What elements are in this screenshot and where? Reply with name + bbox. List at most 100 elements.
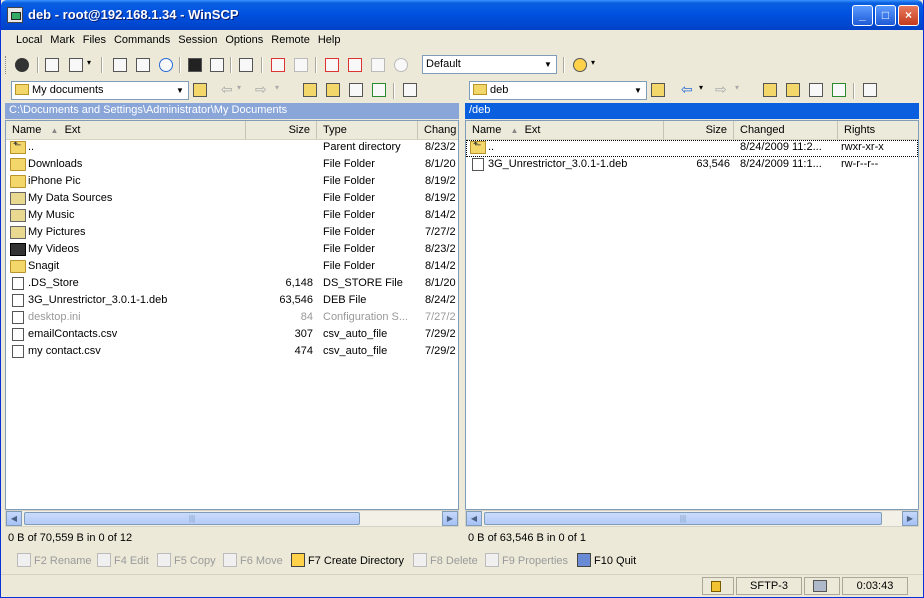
transfer-settings-combo[interactable]: Default ▼ bbox=[422, 55, 557, 74]
chevron-down-icon[interactable]: ▼ bbox=[173, 83, 187, 98]
menu-mark[interactable]: Mark bbox=[46, 32, 78, 48]
scroll-right-arrow-icon[interactable]: ▶ bbox=[902, 511, 918, 526]
minimize-button[interactable]: _ bbox=[852, 5, 873, 26]
tree-view-icon[interactable] bbox=[401, 81, 419, 99]
column-type-header[interactable]: Type bbox=[317, 121, 418, 139]
lightning-icon[interactable] bbox=[571, 56, 589, 74]
scroll-left-arrow-icon[interactable]: ◀ bbox=[6, 511, 22, 526]
tree-view-icon[interactable] bbox=[861, 81, 879, 99]
title-bar[interactable]: deb - root@192.168.1.34 - WinSCP _ □ × bbox=[1, 0, 923, 30]
restore-selection-icon[interactable] bbox=[392, 56, 410, 74]
close-button[interactable]: × bbox=[898, 5, 919, 26]
forward-dropdown-arrow-icon[interactable]: ▾ bbox=[275, 81, 285, 99]
local-path-bar[interactable]: C:\Documents and Settings\Administrator\… bbox=[5, 103, 459, 119]
menu-session[interactable]: Session bbox=[174, 32, 221, 48]
chevron-down-icon[interactable]: ▼ bbox=[541, 57, 555, 72]
menu-local[interactable]: Local bbox=[12, 32, 46, 48]
file-row[interactable]: Downloads File Folder 8/1/20 bbox=[6, 157, 458, 174]
lightning-dropdown-arrow-icon[interactable]: ▾ bbox=[591, 56, 601, 74]
scrollbar-thumb[interactable]: ||| bbox=[24, 512, 360, 525]
f9-properties-button[interactable]: F9 Properties bbox=[485, 553, 568, 567]
f6-move-button[interactable]: F6 Move bbox=[223, 553, 283, 567]
file-row[interactable]: .. 8/24/2009 11:2... rwxr-xr-x bbox=[466, 140, 918, 157]
f10-quit-button[interactable]: F10 Quit bbox=[577, 553, 636, 567]
column-size-header[interactable]: Size bbox=[246, 121, 317, 139]
toolbar-grip[interactable] bbox=[5, 56, 8, 74]
copy-icon[interactable] bbox=[67, 56, 85, 74]
local-file-list[interactable]: Name ▲ Ext Size Type Chang .. Parent dire… bbox=[5, 120, 459, 510]
queue-icon[interactable] bbox=[111, 56, 129, 74]
synchronize-icon[interactable] bbox=[134, 56, 152, 74]
invert-selection-icon[interactable] bbox=[346, 56, 364, 74]
remote-path-bar[interactable]: /deb bbox=[465, 103, 919, 119]
home-icon[interactable] bbox=[807, 81, 825, 99]
select-files-icon[interactable] bbox=[269, 56, 287, 74]
scroll-right-arrow-icon[interactable]: ▶ bbox=[442, 511, 458, 526]
network-status[interactable] bbox=[804, 577, 840, 595]
file-row[interactable]: My Pictures File Folder 7/27/2 bbox=[6, 225, 458, 242]
scroll-left-arrow-icon[interactable]: ◀ bbox=[466, 511, 482, 526]
column-name-header[interactable]: Name ▲ Ext bbox=[6, 121, 246, 139]
f8-delete-button[interactable]: F8 Delete bbox=[413, 553, 478, 567]
column-changed-header[interactable]: Changed bbox=[734, 121, 838, 139]
f4-edit-button[interactable]: F4 Edit bbox=[97, 553, 149, 567]
file-row[interactable]: emailContacts.csv 307 csv_auto_file 7/29/2 bbox=[6, 327, 458, 344]
filter-icon[interactable] bbox=[323, 56, 341, 74]
file-row[interactable]: 3G_Unrestrictor_3.0.1-1.deb 63,546 8/24/20… bbox=[466, 157, 918, 174]
transfer-queue-icon[interactable] bbox=[237, 56, 255, 74]
clear-selection-icon[interactable] bbox=[369, 56, 387, 74]
remote-location-combo[interactable]: deb ▼ bbox=[469, 81, 647, 100]
column-name-header[interactable]: Name ▲ Ext bbox=[466, 121, 664, 139]
forward-arrow-icon[interactable]: ⇨ bbox=[255, 81, 273, 99]
f5-copy-button[interactable]: F5 Copy bbox=[157, 553, 216, 567]
open-folder-icon[interactable] bbox=[649, 81, 667, 99]
file-row[interactable]: My Music File Folder 8/14/2 bbox=[6, 208, 458, 225]
scrollbar-thumb[interactable]: ||| bbox=[484, 512, 882, 525]
file-row[interactable]: iPhone Pic File Folder 8/19/2 bbox=[6, 174, 458, 191]
parent-directory-icon[interactable] bbox=[301, 81, 319, 99]
console-icon[interactable] bbox=[186, 56, 204, 74]
local-horizontal-scrollbar[interactable]: ◀ ||| ▶ bbox=[5, 510, 459, 527]
refresh-icon[interactable] bbox=[370, 81, 388, 99]
winscp-app-icon[interactable] bbox=[7, 7, 23, 23]
menu-options[interactable]: Options bbox=[221, 32, 267, 48]
copy-dropdown-arrow-icon[interactable]: ▾ bbox=[87, 56, 97, 74]
file-row[interactable]: desktop.ini 84 Configuration S... 7/27/2 bbox=[6, 310, 458, 327]
refresh-icon[interactable] bbox=[157, 56, 175, 74]
column-size-header[interactable]: Size bbox=[664, 121, 734, 139]
unselect-files-icon[interactable] bbox=[292, 56, 310, 74]
menu-help[interactable]: Help bbox=[314, 32, 345, 48]
menu-commands[interactable]: Commands bbox=[110, 32, 174, 48]
back-dropdown-arrow-icon[interactable]: ▾ bbox=[699, 81, 709, 99]
file-row[interactable]: .. Parent directory 8/23/2 bbox=[6, 140, 458, 157]
column-changed-header[interactable]: Chang bbox=[418, 121, 458, 139]
open-folder-icon[interactable] bbox=[191, 81, 209, 99]
root-directory-icon[interactable] bbox=[324, 81, 342, 99]
f2-rename-button[interactable]: F2 Rename bbox=[17, 553, 91, 567]
menu-files[interactable]: Files bbox=[79, 32, 110, 48]
home-icon[interactable] bbox=[347, 81, 365, 99]
file-row[interactable]: My Data Sources File Folder 8/19/2 bbox=[6, 191, 458, 208]
forward-dropdown-arrow-icon[interactable]: ▾ bbox=[735, 81, 745, 99]
file-row[interactable]: my contact.csv 474 csv_auto_file 7/29/2 bbox=[6, 344, 458, 361]
refresh-icon[interactable] bbox=[830, 81, 848, 99]
root-directory-icon[interactable] bbox=[784, 81, 802, 99]
back-arrow-icon[interactable]: ⇦ bbox=[681, 81, 699, 99]
file-row[interactable]: My Videos File Folder 8/23/2 bbox=[6, 242, 458, 259]
f7-create-directory-button[interactable]: F7 Create Directory bbox=[291, 553, 404, 567]
preferences-gear-icon[interactable] bbox=[13, 56, 31, 74]
forward-arrow-icon[interactable]: ⇨ bbox=[715, 81, 733, 99]
menu-remote[interactable]: Remote bbox=[267, 32, 314, 48]
back-dropdown-arrow-icon[interactable]: ▾ bbox=[237, 81, 247, 99]
file-row[interactable]: Snagit File Folder 8/14/2 bbox=[6, 259, 458, 276]
parent-directory-icon[interactable] bbox=[761, 81, 779, 99]
putty-icon[interactable] bbox=[208, 56, 226, 74]
compare-directories-icon[interactable] bbox=[43, 56, 61, 74]
remote-horizontal-scrollbar[interactable]: ◀ ||| ▶ bbox=[465, 510, 919, 527]
encryption-status[interactable] bbox=[702, 577, 734, 595]
file-row[interactable]: 3G_Unrestrictor_3.0.1-1.deb 63,546 DEB Fil… bbox=[6, 293, 458, 310]
remote-file-list[interactable]: Name ▲ Ext Size Changed Rights .. 8/24/20… bbox=[465, 120, 919, 510]
file-row[interactable]: .DS_Store 6,148 DS_STORE File 8/1/20 bbox=[6, 276, 458, 293]
maximize-button[interactable]: □ bbox=[875, 5, 896, 26]
chevron-down-icon[interactable]: ▼ bbox=[631, 83, 645, 98]
